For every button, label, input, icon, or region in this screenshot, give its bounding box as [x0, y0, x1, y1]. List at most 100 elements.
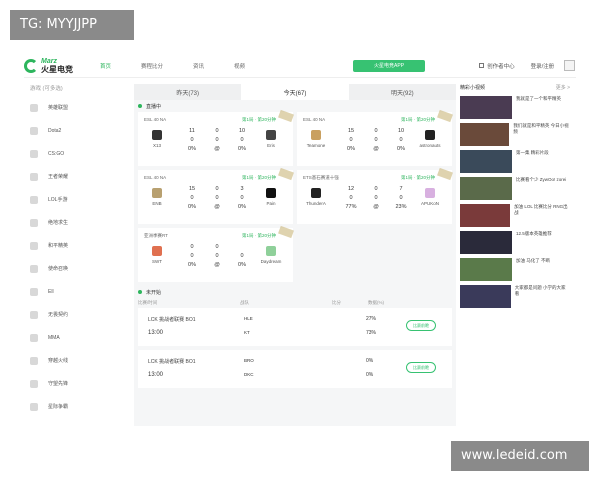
- team[interactable]: ENB: [142, 188, 172, 206]
- team[interactable]: Eris: [256, 130, 286, 148]
- team[interactable]: ThunderA: [301, 188, 331, 206]
- tab-tomorrow[interactable]: 明天(92): [349, 84, 456, 100]
- upcoming-row[interactable]: LCK 挑战者联赛 BO1 13:00 HLE KT 27% 73% 比赛前瞻: [138, 308, 452, 346]
- video-sidebar-header: 精彩小视频 更多 >: [460, 84, 570, 96]
- score-left: 0: [190, 137, 194, 143]
- sidebar-item[interactable]: LOL手游: [30, 188, 130, 211]
- sidebar-item[interactable]: 星际争霸: [30, 395, 130, 418]
- team[interactable]: Pain: [256, 188, 286, 206]
- team[interactable]: Daydream: [256, 246, 286, 264]
- video-thumbnail[interactable]: [460, 204, 511, 227]
- nav-home[interactable]: 首页: [100, 62, 111, 70]
- game-icon: [30, 149, 38, 158]
- game-icon: [30, 241, 38, 250]
- sidebar-item[interactable]: 无畏契约: [30, 303, 130, 326]
- video-thumbnail[interactable]: [460, 258, 512, 281]
- upcoming-row[interactable]: LCK 挑战者联赛 BO1 13:00 BRO DKC 0% 0% 比赛前瞻: [138, 350, 452, 388]
- creator-center-link[interactable]: 创作者中心: [479, 62, 515, 70]
- upcoming-section-title: 未开始: [134, 286, 456, 298]
- logo[interactable]: Marz 火星电竞: [24, 55, 94, 77]
- nav-schedule[interactable]: 赛程比分: [141, 62, 163, 70]
- sidebar-item-label: 穿越火线: [48, 358, 69, 364]
- upcoming-pct1: 0%: [366, 358, 374, 364]
- score-right: 0: [240, 195, 244, 201]
- nav-video[interactable]: 视频: [234, 62, 245, 70]
- score-row: 0% @0%: [182, 204, 252, 213]
- video-item[interactable]: 第一集 精彩片段: [460, 150, 570, 173]
- score-mid: 0: [215, 244, 219, 250]
- preview-button[interactable]: 比赛前瞻: [406, 362, 436, 373]
- live-match-card[interactable]: ESL 40 NA 第1局 · 第20分钟 X13 Eris 11 0 10 0 0 0 0% @0%: [138, 109, 294, 166]
- score-left: 0%: [188, 146, 196, 152]
- sidebar-item-label: MMA: [48, 334, 60, 341]
- main-nav: 首页 赛程比分 资讯 视频: [100, 62, 275, 70]
- score-right: [232, 244, 252, 253]
- team-logo-icon: [266, 246, 276, 256]
- video-title: 加油 LOL 比赛比分 RNG出战: [514, 204, 568, 215]
- video-item[interactable]: 加油 LOL 比赛比分 RNG出战: [460, 204, 570, 227]
- qr-code-icon[interactable]: [564, 60, 576, 71]
- video-item[interactable]: 加油 马化了 不断: [460, 258, 570, 281]
- live-match-card[interactable]: ETS基石赛道十强 第1局 · 第20分钟 ThunderA APUKoN 12 0 7 0 0…: [297, 167, 453, 224]
- video-thumbnail[interactable]: [460, 285, 511, 308]
- score-left: 0: [349, 195, 353, 201]
- live-match-card[interactable]: 亚洲季赛RT 第1局 · 第20分钟 SWT Daydream 0 0 0 0 0 0% @0%: [138, 225, 294, 282]
- team[interactable]: astronauts: [415, 130, 445, 148]
- live-match-card[interactable]: ESL 40 NA 第1局 · 第20分钟 Teamone astronauts 15 0…: [297, 109, 453, 166]
- sidebar-item[interactable]: 绝地求生: [30, 211, 130, 234]
- score-row: 0 0 0: [182, 253, 252, 262]
- video-thumbnail[interactable]: [460, 123, 510, 146]
- video-item[interactable]: 12.5版本英雄推荐: [460, 231, 570, 254]
- team[interactable]: APUKoN: [415, 188, 445, 206]
- video-title: 加油 马化了 不断: [516, 258, 550, 263]
- score-mid: 0: [374, 186, 378, 192]
- sidebar-item[interactable]: 英雄联盟: [30, 96, 130, 119]
- download-app-button[interactable]: 火星电竞APP: [353, 59, 426, 72]
- video-thumbnail[interactable]: [460, 177, 512, 200]
- sidebar-item[interactable]: MMA: [30, 326, 130, 349]
- sidebar-item[interactable]: 守望先锋: [30, 372, 130, 395]
- video-item[interactable]: 我就是了一个和平精英: [460, 96, 570, 119]
- team[interactable]: X13: [142, 130, 172, 148]
- corner-tag-icon: [437, 167, 453, 181]
- live-match-card[interactable]: ESL 40 NA 第1局 · 第20分钟 ENB Pain 15 0 3 0 0 0 0% @0%: [138, 167, 294, 224]
- team[interactable]: Teamone: [301, 130, 331, 148]
- sidebar-item[interactable]: 王者荣耀: [30, 165, 130, 188]
- preview-button[interactable]: 比赛前瞻: [406, 320, 436, 331]
- sidebar-item[interactable]: Dota2: [30, 119, 130, 142]
- team-name: ThunderA: [306, 201, 326, 206]
- score-block: 15 0 10 0 0 0 0% @0%: [341, 128, 411, 155]
- video-item[interactable]: 比赛看个少 ZywOo! zorei: [460, 177, 570, 200]
- sidebar-item-label: 绝地求生: [48, 220, 69, 226]
- team-logo-icon: [266, 130, 276, 140]
- sidebar-item[interactable]: 穿越火线: [30, 349, 130, 372]
- nav-news[interactable]: 资讯: [193, 62, 204, 70]
- video-more-link[interactable]: 更多 >: [556, 84, 570, 96]
- sidebar-item[interactable]: 使命召唤: [30, 257, 130, 280]
- tab-yesterday[interactable]: 昨天(73): [134, 84, 241, 100]
- login-link[interactable]: 登录/注册: [531, 62, 555, 70]
- score-left: 11: [189, 128, 195, 134]
- watermark-bottom-right: www.ledeid.com: [451, 441, 589, 471]
- sidebar-item[interactable]: 和平精英: [30, 234, 130, 257]
- video-thumbnail[interactable]: [460, 150, 512, 173]
- score-mid: 0: [215, 128, 219, 134]
- score-left: 77%: [345, 204, 357, 210]
- sidebar-item[interactable]: CS:GO: [30, 142, 130, 165]
- team-logo-icon: [425, 188, 435, 198]
- score-right: 0: [399, 137, 403, 143]
- video-item[interactable]: 我们就是和平精英 今日小视频: [460, 123, 570, 146]
- video-item[interactable]: 大家都是问题 小学的大家 看: [460, 285, 570, 308]
- upcoming-league: LCK 挑战者联赛 BO1: [148, 358, 196, 365]
- score-row: 0 0 0: [341, 195, 411, 204]
- video-thumbnail[interactable]: [460, 231, 512, 254]
- sidebar-item[interactable]: Ell: [30, 280, 130, 303]
- score-right: 0%: [238, 146, 246, 152]
- tab-today[interactable]: 今天(67): [241, 84, 349, 100]
- col-team: 战队: [240, 300, 249, 305]
- score-block: 15 0 3 0 0 0 0% @0%: [182, 186, 252, 213]
- team[interactable]: SWT: [142, 246, 172, 264]
- score-right: 0: [399, 195, 403, 201]
- match-league: ESL 40 NA: [303, 117, 326, 122]
- video-thumbnail[interactable]: [460, 96, 512, 119]
